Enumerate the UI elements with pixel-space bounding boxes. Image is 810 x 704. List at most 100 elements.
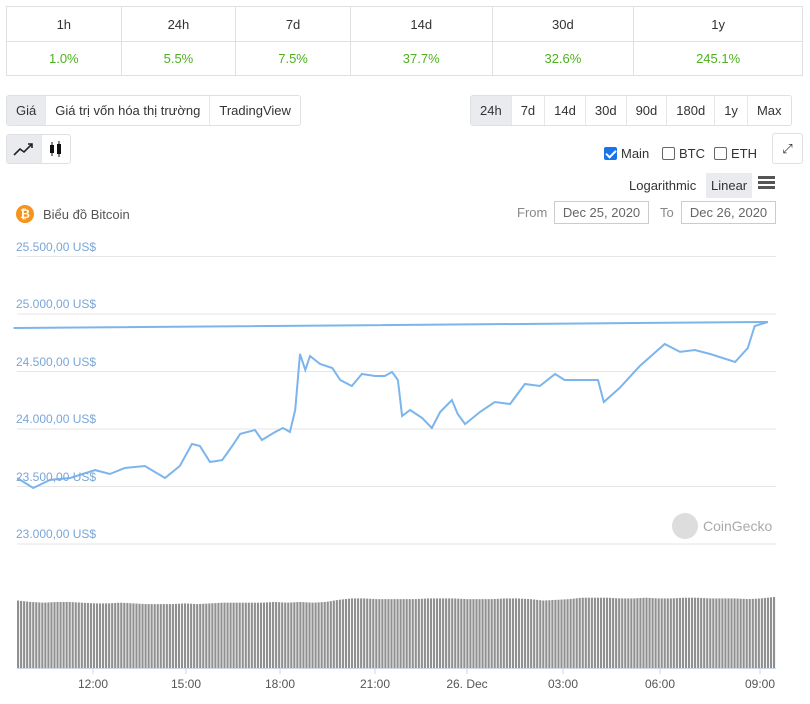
- volume-bar: [596, 597, 600, 668]
- volume-bar: [20, 600, 23, 668]
- volume-bar: [481, 599, 484, 668]
- volume-bar: [393, 599, 396, 668]
- volume-bar: [353, 598, 357, 668]
- volume-bar: [341, 599, 344, 668]
- volume-bar: [338, 599, 341, 668]
- volume-bar: [766, 597, 770, 668]
- volume-bar: [709, 598, 712, 668]
- volume-bar: [736, 598, 739, 668]
- volume-bar: [350, 598, 354, 668]
- volume-bar: [612, 598, 615, 668]
- volume-bar: [202, 603, 205, 668]
- volume-bar: [463, 599, 466, 668]
- volume-bar: [296, 602, 299, 668]
- volume-bar: [95, 603, 99, 668]
- coingecko-watermark: CoinGecko: [672, 513, 772, 539]
- volume-bar: [520, 598, 524, 668]
- volume-bar: [423, 598, 426, 668]
- volume-bar: [238, 602, 241, 668]
- volume-bar: [17, 600, 20, 668]
- volume-bar: [229, 602, 232, 668]
- volume-bar: [187, 603, 190, 668]
- volume-bar: [193, 603, 196, 668]
- volume-bar: [530, 599, 533, 668]
- volume-bar: [712, 598, 715, 668]
- volume-bar: [408, 599, 411, 668]
- volume-bar: [159, 604, 162, 668]
- volume-bar: [23, 601, 26, 668]
- volume-bar: [508, 598, 511, 668]
- volume-bar: [439, 598, 442, 668]
- volume-bar: [98, 603, 102, 668]
- volume-bar: [742, 598, 745, 668]
- volume-bar: [496, 598, 499, 668]
- volume-bar: [445, 598, 448, 668]
- volume-bar: [105, 603, 108, 668]
- volume-bar: [387, 599, 390, 668]
- volume-bar: [363, 598, 366, 668]
- volume-bar: [599, 597, 603, 668]
- x-tick-label: 12:00: [77, 677, 109, 691]
- volume-bar: [375, 599, 378, 668]
- volume-bar: [442, 598, 445, 668]
- volume-bar: [235, 602, 238, 668]
- volume-bar: [26, 601, 29, 668]
- volume-bar: [256, 602, 259, 668]
- volume-bar: [347, 598, 351, 668]
- volume-bar: [71, 602, 74, 668]
- volume-bar: [772, 597, 776, 668]
- volume-bar: [305, 602, 308, 668]
- volume-bar: [627, 598, 630, 668]
- volume-bar: [360, 598, 363, 668]
- volume-bar: [621, 598, 624, 668]
- volume-bar: [754, 598, 757, 668]
- volume-bar: [211, 603, 214, 668]
- volume-bar: [150, 604, 153, 668]
- volume-bar: [92, 603, 96, 668]
- volume-bar: [369, 598, 372, 668]
- volume-bar: [502, 598, 505, 668]
- coingecko-logo-icon: [672, 513, 698, 539]
- volume-bar: [344, 599, 348, 668]
- volume-bar: [41, 602, 44, 668]
- y-tick-label: 25.500,00 US$: [16, 239, 97, 254]
- volume-bar: [47, 602, 50, 668]
- volume-bar: [706, 598, 709, 668]
- volume-bar: [314, 602, 317, 668]
- volume-bar: [399, 599, 402, 668]
- volume-bar: [517, 598, 521, 668]
- volume-bar: [669, 598, 672, 668]
- volume-bar: [59, 601, 62, 668]
- volume-bar: [648, 597, 651, 668]
- volume-bar: [760, 598, 763, 668]
- volume-bar: [469, 599, 472, 668]
- x-tick-label: 18:00: [264, 677, 296, 691]
- volume-bar: [111, 603, 114, 668]
- volume-bar: [317, 602, 320, 668]
- volume-bar: [769, 597, 773, 668]
- volume-bar: [539, 600, 542, 668]
- volume-bar: [147, 604, 150, 668]
- volume-bar: [578, 597, 581, 668]
- volume-bar: [511, 598, 514, 668]
- volume-bar: [524, 598, 527, 668]
- volume-bar: [514, 598, 518, 668]
- volume-bar: [572, 598, 575, 668]
- volume-bar: [605, 597, 609, 668]
- volume-bar: [287, 602, 290, 668]
- volume-bar: [633, 598, 636, 668]
- volume-bar: [141, 603, 144, 668]
- volume-bar: [190, 603, 193, 668]
- volume-bar: [636, 598, 639, 668]
- x-tick-label: 26. Dec: [446, 677, 488, 691]
- volume-bar: [102, 603, 105, 668]
- volume-bar: [53, 602, 56, 668]
- volume-bar: [451, 598, 454, 668]
- volume-bar: [62, 601, 65, 668]
- volume-bar: [448, 598, 451, 668]
- volume-bar: [587, 597, 590, 668]
- volume-bar: [378, 599, 381, 668]
- volume-bar: [475, 599, 478, 668]
- volume-bar: [177, 603, 181, 668]
- volume-bar: [727, 598, 730, 668]
